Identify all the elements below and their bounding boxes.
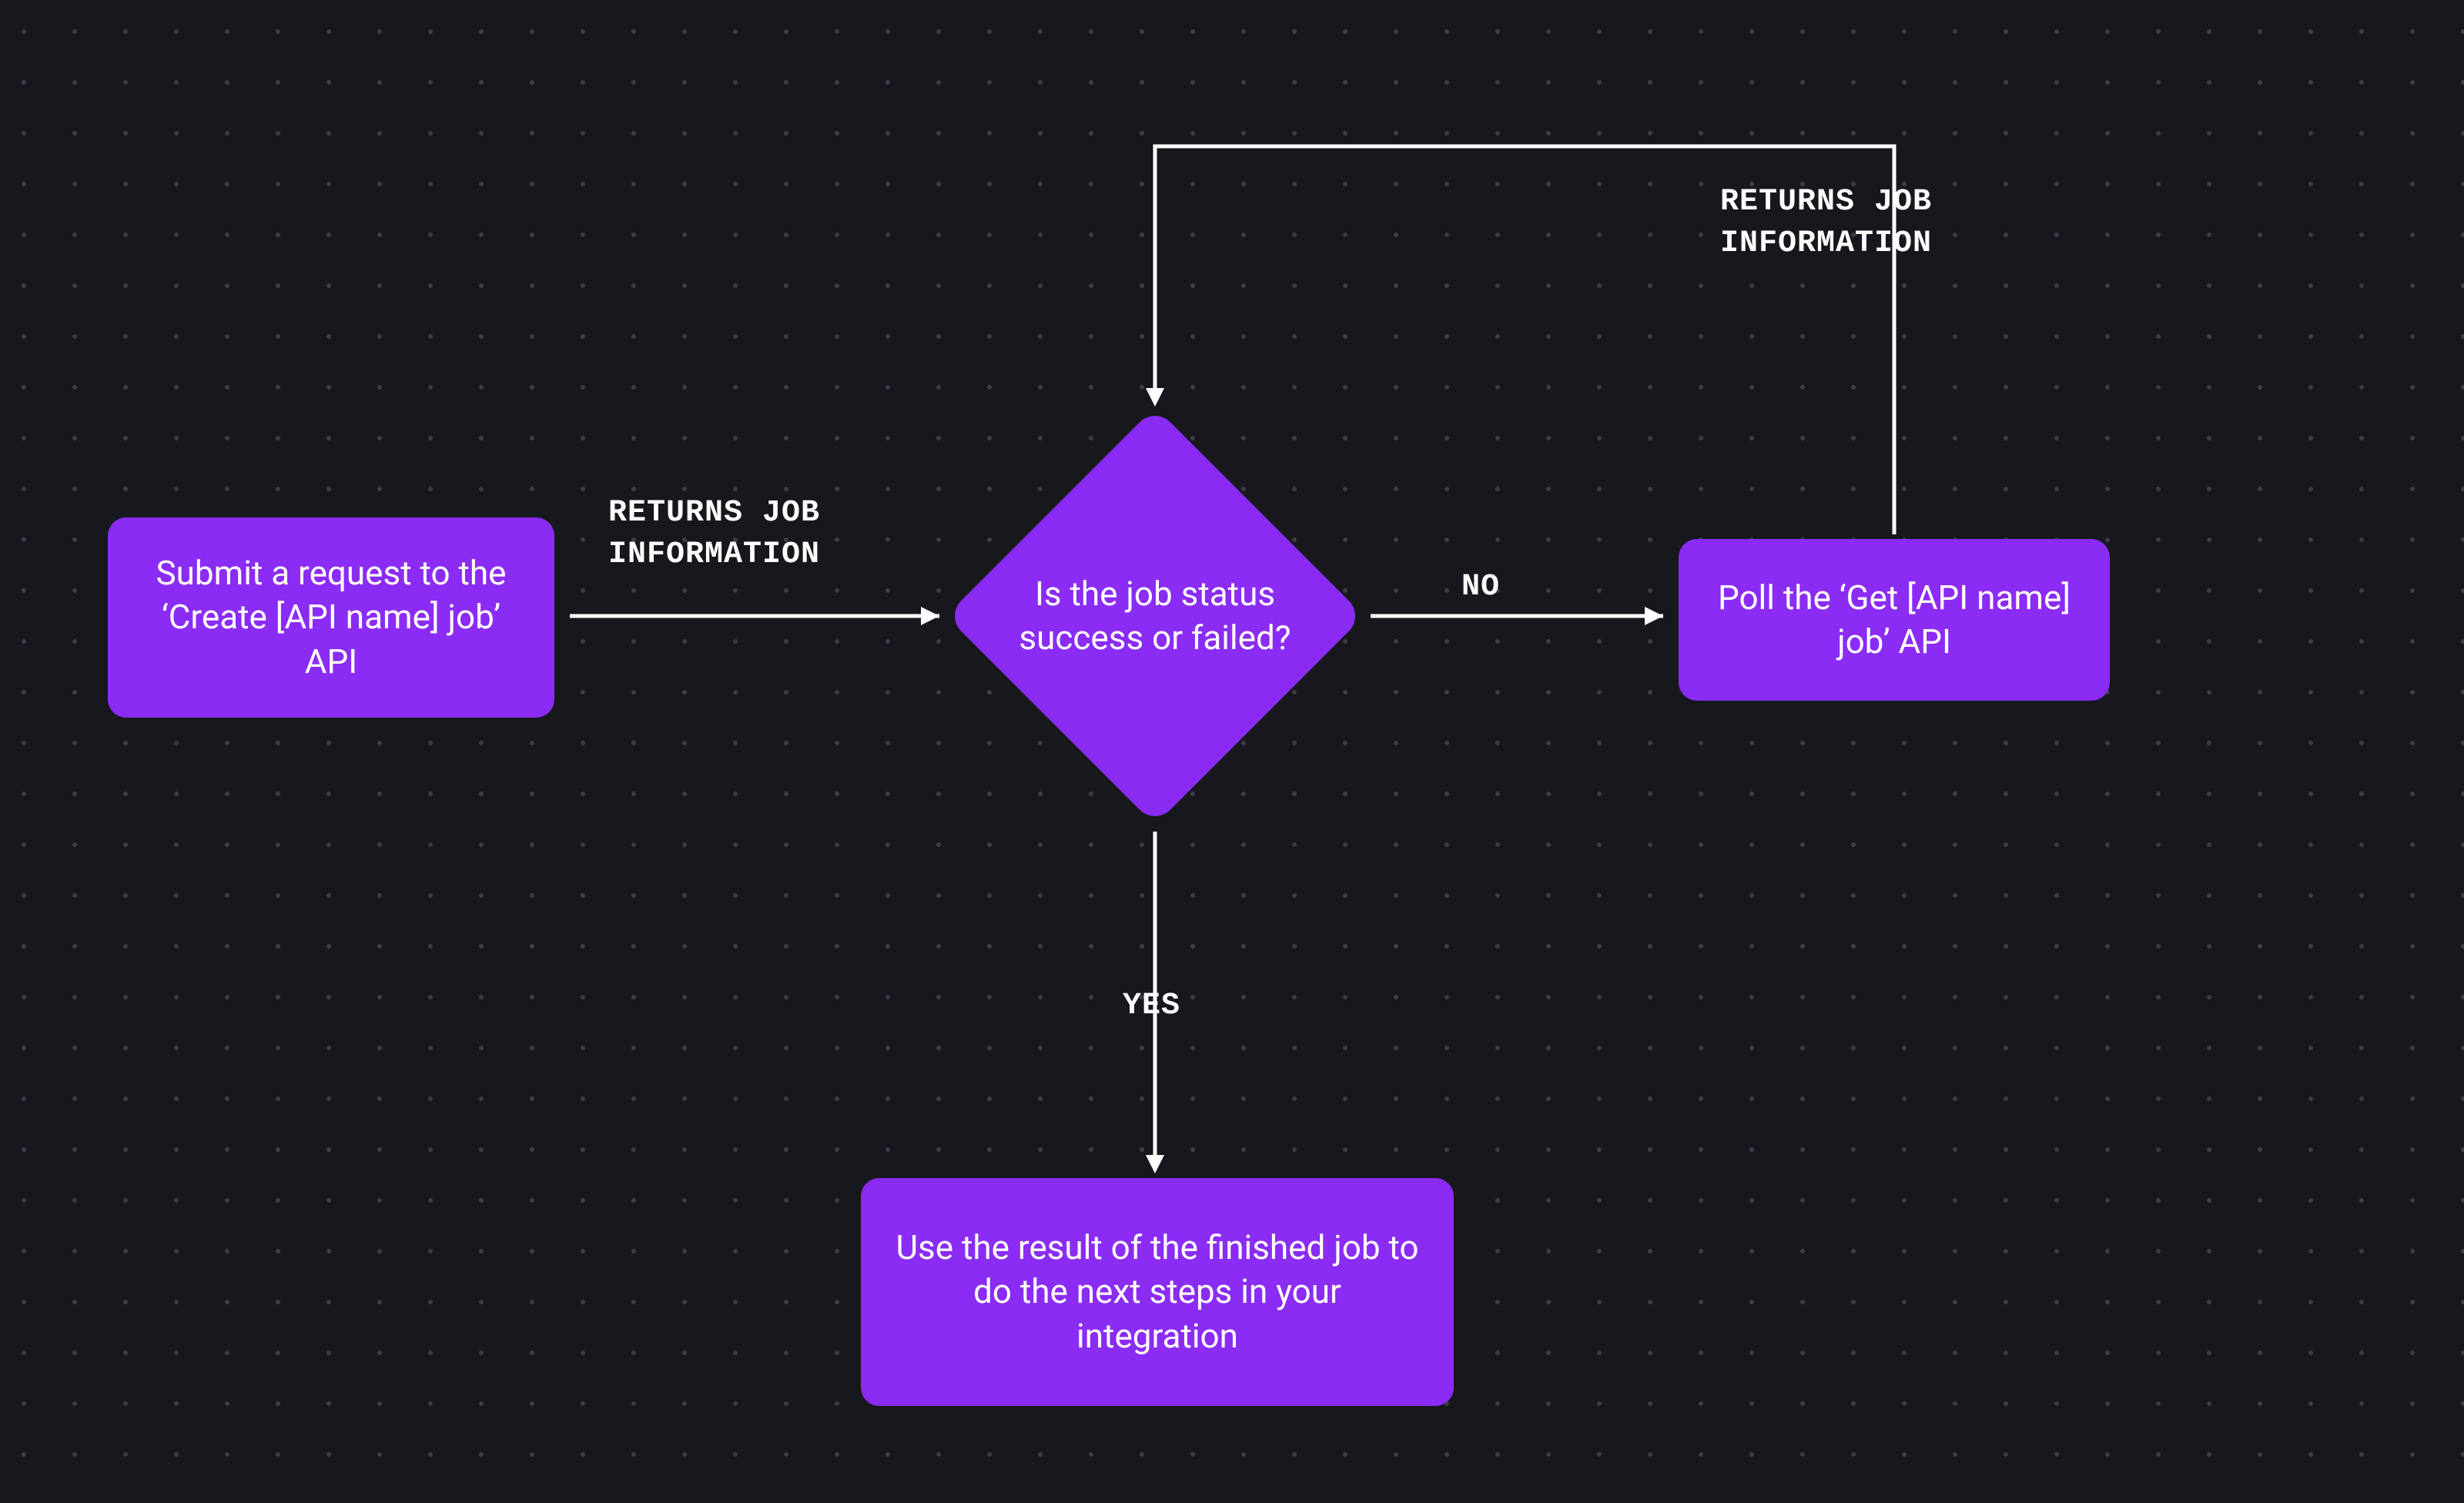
label-yes: YES (1123, 986, 1180, 1027)
label-no: NO (1461, 567, 1500, 608)
node-poll-job-text: Poll the ‘Get [API name] job’ API (1709, 576, 2079, 664)
label-returns-job-info-left: RETURNS JOB INFORMATION (608, 493, 820, 576)
node-use-result-text: Use the result of the finished job to do… (892, 1226, 1423, 1358)
node-poll-job: Poll the ‘Get [API name] job’ API (1679, 539, 2110, 701)
node-decision-status: Is the job status success or failed? (947, 408, 1363, 824)
node-submit-request-text: Submit a request to the ‘Create [API nam… (139, 551, 524, 684)
node-submit-request: Submit a request to the ‘Create [API nam… (108, 517, 554, 718)
label-returns-job-info-right: RETURNS JOB INFORMATION (1720, 182, 1932, 265)
node-decision-status-text: Is the job status success or failed? (1016, 572, 1294, 660)
node-use-result: Use the result of the finished job to do… (861, 1178, 1454, 1406)
flowchart-canvas: Submit a request to the ‘Create [API nam… (0, 0, 2464, 1503)
